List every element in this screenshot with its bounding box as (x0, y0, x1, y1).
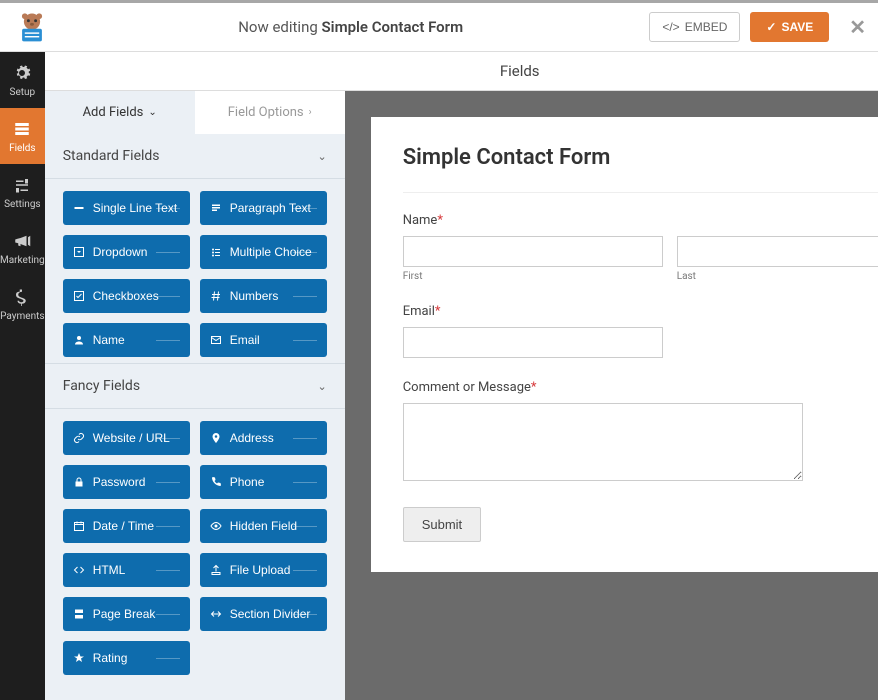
field-file-upload[interactable]: File Upload (200, 553, 327, 587)
rail-fields[interactable]: Fields (0, 108, 45, 164)
field-row-comment[interactable]: Comment or Message* (403, 380, 878, 485)
field-section-divider[interactable]: Section Divider (200, 597, 327, 631)
rail-settings[interactable]: Settings (0, 164, 45, 220)
rail-payments[interactable]: Payments (0, 276, 45, 332)
save-button[interactable]: ✓SAVE (750, 12, 829, 42)
email-label: Email* (403, 304, 878, 319)
email-input[interactable] (403, 327, 663, 358)
link-icon (73, 432, 85, 444)
page-break-icon (73, 608, 85, 620)
upload-icon (210, 564, 222, 576)
fields-icon (13, 120, 31, 138)
caret-square-icon (73, 246, 85, 258)
list-icon (210, 246, 222, 258)
divider-icon (210, 608, 222, 620)
eye-slash-icon (210, 520, 222, 532)
first-name-input[interactable] (403, 236, 663, 267)
field-hidden-field[interactable]: Hidden Field (200, 509, 327, 543)
comment-label: Comment or Message* (403, 380, 878, 395)
group-fancy-fields[interactable]: Fancy Fields⌄ (45, 364, 345, 409)
first-sublabel: First (403, 271, 663, 282)
user-icon (73, 334, 85, 346)
field-rating[interactable]: Rating (63, 641, 190, 675)
check-square-icon (73, 290, 85, 302)
field-email[interactable]: Email (200, 323, 327, 357)
field-website-url[interactable]: Website / URL (63, 421, 190, 455)
sliders-icon (13, 176, 31, 194)
chevron-down-icon: ⌄ (317, 150, 326, 163)
embed-button[interactable]: </>EMBED (649, 12, 740, 42)
field-address[interactable]: Address (200, 421, 327, 455)
phone-icon (210, 476, 222, 488)
field-paragraph-text[interactable]: Paragraph Text (200, 191, 327, 225)
field-name[interactable]: Name (63, 323, 190, 357)
field-html[interactable]: HTML (63, 553, 190, 587)
tab-add-fields[interactable]: Add Fields⌄ (45, 91, 195, 134)
calendar-icon (73, 520, 85, 532)
comment-textarea[interactable] (403, 403, 803, 481)
fields-panel: Add Fields⌄ Field Options› Standard Fiel… (45, 91, 345, 700)
group-standard-fields[interactable]: Standard Fields⌄ (45, 134, 345, 179)
wpforms-logo (12, 7, 52, 47)
field-password[interactable]: Password (63, 465, 190, 499)
field-numbers[interactable]: Numbers (200, 279, 327, 313)
chevron-down-icon: ⌄ (317, 380, 326, 393)
rail-marketing[interactable]: Marketing (0, 220, 45, 276)
dollar-icon (13, 288, 31, 306)
divider (403, 192, 878, 193)
code-icon: </> (662, 20, 679, 34)
check-icon: ✓ (766, 20, 776, 34)
field-date-time[interactable]: Date / Time (63, 509, 190, 543)
form-title: Simple Contact Form (403, 145, 878, 170)
nav-rail: Setup Fields Settings Marketing Payments (0, 52, 45, 700)
field-row-email[interactable]: Email* (403, 304, 878, 358)
code-icon (73, 564, 85, 576)
hash-icon (210, 290, 222, 302)
gear-icon (13, 64, 31, 82)
submit-button[interactable]: Submit (403, 507, 481, 542)
last-name-input[interactable] (677, 236, 878, 267)
form-preview[interactable]: Simple Contact Form Name* First Last Ema… (371, 117, 878, 572)
field-row-name[interactable]: Name* First Last (403, 213, 878, 282)
lock-icon (73, 476, 85, 488)
field-checkboxes[interactable]: Checkboxes (63, 279, 190, 313)
close-icon[interactable]: ✕ (849, 15, 866, 39)
tab-field-options[interactable]: Field Options› (195, 91, 345, 134)
field-phone[interactable]: Phone (200, 465, 327, 499)
bullhorn-icon (13, 232, 31, 250)
field-page-break[interactable]: Page Break (63, 597, 190, 631)
star-icon (73, 652, 85, 664)
form-canvas: Simple Contact Form Name* First Last Ema… (345, 91, 878, 700)
name-label: Name* (403, 213, 878, 228)
field-multiple-choice[interactable]: Multiple Choice (200, 235, 327, 269)
text-icon (73, 202, 85, 214)
envelope-icon (210, 334, 222, 346)
map-pin-icon (210, 432, 222, 444)
chevron-right-icon: › (309, 107, 312, 118)
editing-title: Now editing Simple Contact Form (52, 18, 649, 36)
rail-setup[interactable]: Setup (0, 52, 45, 108)
chevron-down-icon: ⌄ (148, 107, 156, 118)
paragraph-icon (210, 202, 222, 214)
field-dropdown[interactable]: Dropdown (63, 235, 190, 269)
section-title: Fields (45, 52, 878, 91)
field-single-line-text[interactable]: Single Line Text (63, 191, 190, 225)
last-sublabel: Last (677, 271, 878, 282)
